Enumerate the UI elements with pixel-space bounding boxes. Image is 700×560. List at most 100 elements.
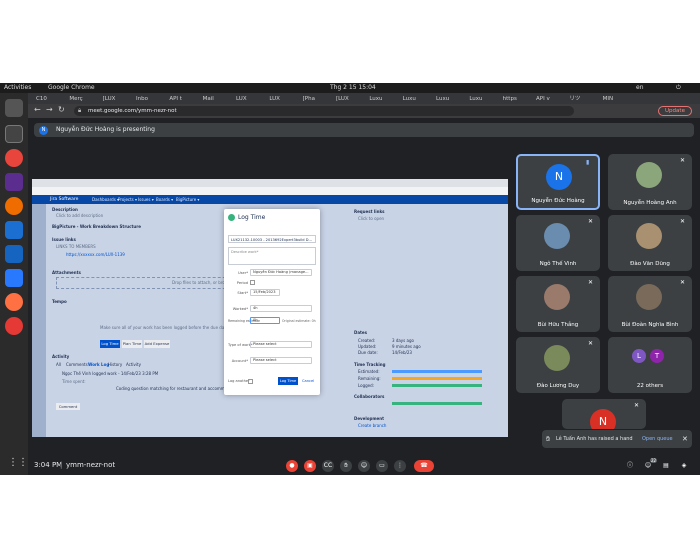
tt-estimated-bar	[392, 370, 482, 373]
participant-tile-3[interactable]: Đào Văn Dũng ✕	[608, 215, 692, 271]
jira-nav-dashboards[interactable]: Dashboards ▾	[92, 197, 119, 202]
dates-due-value: 14/Feb/23	[392, 350, 412, 355]
forward-icon[interactable]: →	[46, 105, 53, 114]
browser-tab[interactable]: Merç	[69, 94, 100, 104]
browser-tab[interactable]: Luxu	[469, 94, 500, 104]
browser-tab[interactable]: リツ	[569, 94, 600, 104]
camera-toggle-button[interactable]: ▣	[304, 460, 316, 472]
postman-icon[interactable]	[5, 197, 23, 215]
language-indicator[interactable]: en	[636, 83, 644, 93]
browser-tab[interactable]: LUX	[236, 94, 267, 104]
participant-tile-1[interactable]: Nguyễn Hoàng Anh ✕	[608, 154, 692, 210]
linked-issue[interactable]: https://xxxxxx.com/LUX-1139	[66, 252, 125, 257]
chrome-icon[interactable]	[5, 149, 23, 167]
browser-tab[interactable]: C10	[36, 94, 67, 104]
desktop-screen: Activities Google Chrome Thg 2 15 15:04 …	[0, 83, 700, 475]
browser-tab[interactable]: Inbo	[136, 94, 167, 104]
other-avatar-l: L	[632, 349, 646, 363]
browser-tab[interactable]: Luxu	[403, 94, 434, 104]
participant-tile-0[interactable]: N Nguyễn Đức Hoàng ▮	[516, 154, 600, 210]
create-branch-link[interactable]: Create branch	[358, 423, 386, 428]
firefox-icon[interactable]	[5, 293, 23, 311]
participant-tile-6[interactable]: Đào Lương Duy ✕	[516, 337, 600, 393]
start-date-input[interactable]: 15/Feb/2023	[250, 289, 280, 296]
activity-tab-worklog[interactable]: Work Log	[88, 362, 109, 367]
jira-nav-projects[interactable]: Projects ▾	[118, 197, 137, 202]
browser-tab[interactable]: MIN	[603, 94, 634, 104]
comment-button[interactable]: Comment	[56, 403, 80, 410]
participant-tile-extra[interactable]: N ✕	[562, 399, 646, 429]
emoji-button[interactable]: ☺	[358, 460, 370, 472]
jira-nav-bigpicture[interactable]: BigPicture ▾	[176, 197, 199, 202]
type-of-work-select[interactable]: Please select	[250, 341, 312, 348]
dates-updated-value: 9 minutes ago	[392, 344, 421, 349]
user-select[interactable]: Nguyễn Đức Hoàng (manage...	[250, 269, 312, 276]
tt-remaining: Remaining:	[358, 376, 381, 381]
mic-toggle-button[interactable]: ●	[286, 460, 298, 472]
terminal-icon[interactable]	[5, 125, 23, 143]
activity-tab-comments[interactable]: Comments	[66, 362, 88, 367]
jira-nav-issues[interactable]: Issues ▾	[138, 197, 154, 202]
leave-call-button[interactable]: ☎︎	[414, 460, 434, 472]
skype-icon[interactable]	[5, 245, 23, 263]
present-button[interactable]: ▭	[376, 460, 388, 472]
show-apps-icon[interactable]: ⋮⋮	[8, 457, 28, 469]
captions-button[interactable]: CC	[322, 460, 334, 472]
description-textarea[interactable]: Describe work*	[228, 247, 316, 265]
tempo-log-time-button[interactable]: Log Time	[100, 340, 120, 348]
activity-tab-activity[interactable]: Activity	[126, 362, 141, 367]
back-icon[interactable]: ←	[34, 105, 41, 114]
info-icon[interactable]: ⓘ	[624, 460, 636, 472]
browser-tab[interactable]: [Pha	[303, 94, 334, 104]
plan-time-button[interactable]: Plan Time	[122, 340, 142, 348]
raise-hand-button[interactable]: ✋︎	[340, 460, 352, 472]
activity-tab-all[interactable]: All	[56, 362, 61, 367]
participant-tile-4[interactable]: Bùi Hữu Thắng ✕	[516, 276, 600, 332]
log-another-checkbox[interactable]	[248, 379, 253, 384]
activities-icon[interactable]: ◈	[678, 460, 690, 472]
files-icon[interactable]	[5, 99, 23, 117]
remaining-input[interactable]: 0h	[250, 317, 280, 324]
participant-name: Đào Văn Dũng	[630, 261, 670, 267]
participant-tile-5[interactable]: Bùi Đoàn Nghĩa Bình ✕	[608, 276, 692, 332]
url-input[interactable]: meet.google.com/ymm-nezr-not	[74, 106, 574, 116]
power-icon[interactable]: ⏻	[676, 83, 681, 93]
os-clock[interactable]: Thg 2 15 15:04	[330, 83, 376, 93]
jira-nav-boards[interactable]: Boards ▾	[156, 197, 173, 202]
others-count: 22 others	[636, 383, 664, 389]
issue-selector[interactable]: LUX21132-10003 - 2013692Expert3build D..…	[228, 235, 316, 243]
help-icon[interactable]	[5, 317, 23, 335]
raised-hand-toast: ✋︎ Lê Tuấn Anh has raised a hand Open qu…	[542, 430, 692, 448]
browser-tab[interactable]: Luxu	[436, 94, 467, 104]
modal-log-time-button[interactable]: Log Time	[278, 377, 298, 385]
browser-tab[interactable]: API t	[169, 94, 200, 104]
browser-tab[interactable]: [LUX	[336, 94, 367, 104]
account-select[interactable]: Please select	[250, 357, 312, 364]
participant-tile-2[interactable]: Ngô Thế Vinh ✕	[516, 215, 600, 271]
period-checkbox[interactable]	[250, 280, 255, 285]
add-expense-button[interactable]: Add Expense	[144, 340, 170, 348]
browser-tab[interactable]: LUX	[269, 94, 300, 104]
browser-tab[interactable]: API v	[536, 94, 567, 104]
reload-icon[interactable]: ↻	[58, 105, 65, 114]
more-options-button[interactable]: ⋮	[394, 460, 406, 472]
activity-tab-history[interactable]: History	[108, 362, 122, 367]
vscode-icon[interactable]	[5, 221, 23, 239]
modal-cancel-button[interactable]: Cancel	[302, 379, 314, 383]
close-icon[interactable]: ✕	[682, 430, 688, 448]
request-links-hint[interactable]: Click to open	[358, 216, 384, 221]
activities-button[interactable]: Activities	[4, 83, 31, 93]
open-queue-link[interactable]: Open queue	[642, 430, 673, 448]
update-button[interactable]: Update	[658, 106, 692, 116]
browser-tab[interactable]: Luxu	[369, 94, 400, 104]
browser-tab[interactable]: Mail	[203, 94, 234, 104]
others-tile[interactable]: L T 22 others	[608, 337, 692, 393]
description-hint[interactable]: Click to add description	[56, 213, 103, 218]
worked-input[interactable]: 4h	[250, 305, 312, 312]
chat-icon[interactable]: ▤	[660, 460, 672, 472]
phpstorm-icon[interactable]	[5, 173, 23, 191]
text-editor-icon[interactable]	[5, 269, 23, 287]
tt-remaining-bar	[392, 377, 482, 380]
browser-tab[interactable]: https	[503, 94, 534, 104]
browser-tab[interactable]: [LUX	[103, 94, 134, 104]
